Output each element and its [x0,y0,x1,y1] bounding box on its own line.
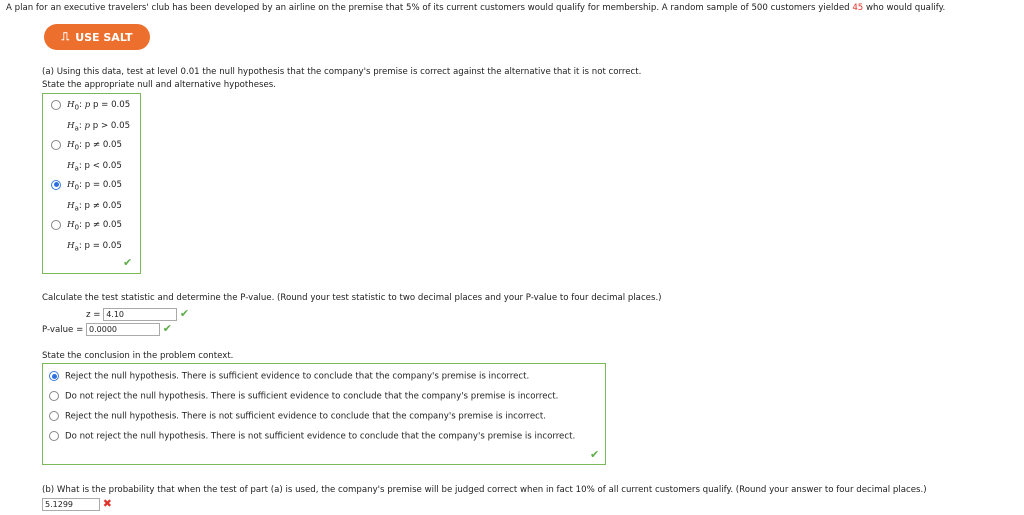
part-b-answer-row: 5.1299 ✖ [42,497,112,511]
radio-button[interactable] [49,391,59,401]
conclusion-option-2[interactable]: Do not reject the null hypothesis. There… [49,391,558,402]
conclusion-options: Reject the null hypothesis. There is suf… [42,363,606,465]
hypothesis-option-1[interactable]: H0: p p = 0.05 Ha: p p > 0.05 [51,96,130,137]
hypotheses-options: H0: p p = 0.05 Ha: p p > 0.05 H0: p ≠ 0.0… [42,93,141,274]
part-b-prompt: (b) What is the probability that when th… [42,485,927,495]
salt-chart-icon: ⎍ [61,30,70,43]
use-salt-button[interactable]: ⎍ USE SALT [44,24,150,50]
calc-prompt: Calculate the test statistic and determi… [42,293,662,303]
problem-statement: A plan for an executive travelers' club … [6,3,946,13]
incorrect-x-icon: ✖ [102,497,112,510]
conclusion-option-3[interactable]: Reject the null hypothesis. There is not… [49,411,546,422]
check-icon: ✔ [179,307,190,320]
p-value-input[interactable]: 0.0000 [86,323,161,336]
conclusion-prompt: State the conclusion in the problem cont… [42,351,234,361]
part-a-prompt: (a) Using this data, test at level 0.01 … [42,67,642,77]
z-row: z = 4.10 ✔ [86,307,189,321]
radio-button[interactable] [49,431,59,441]
p-value-row: P-value = 0.0000 ✔ [42,322,172,336]
check-icon: ✔ [123,256,133,269]
hypothesis-option-3[interactable]: H0: p = 0.05 Ha: p ≠ 0.05 [51,176,122,217]
radio-button[interactable] [51,139,61,150]
check-icon: ✔ [590,448,600,461]
radio-button-selected[interactable] [51,179,61,190]
radio-button-selected[interactable] [49,371,59,381]
check-icon: ✔ [162,322,172,335]
conclusion-option-1[interactable]: Reject the null hypothesis. There is suf… [49,371,529,382]
part-b-input[interactable]: 5.1299 [42,498,100,511]
use-salt-label: USE SALT [75,30,133,44]
radio-button[interactable] [49,411,59,421]
radio-button[interactable] [51,219,61,230]
z-label: z = [86,310,101,320]
z-input[interactable]: 4.10 [103,308,178,321]
hypothesis-option-2[interactable]: H0: p ≠ 0.05 Ha: p < 0.05 [51,136,122,177]
hypothesis-option-4[interactable]: H0: p ≠ 0.05 Ha: p = 0.05 [51,216,122,257]
hypotheses-prompt: State the appropriate null and alternati… [42,80,277,90]
p-value-label: P-value = [42,325,84,335]
conclusion-option-4[interactable]: Do not reject the null hypothesis. There… [49,431,575,442]
radio-button[interactable] [51,99,61,110]
